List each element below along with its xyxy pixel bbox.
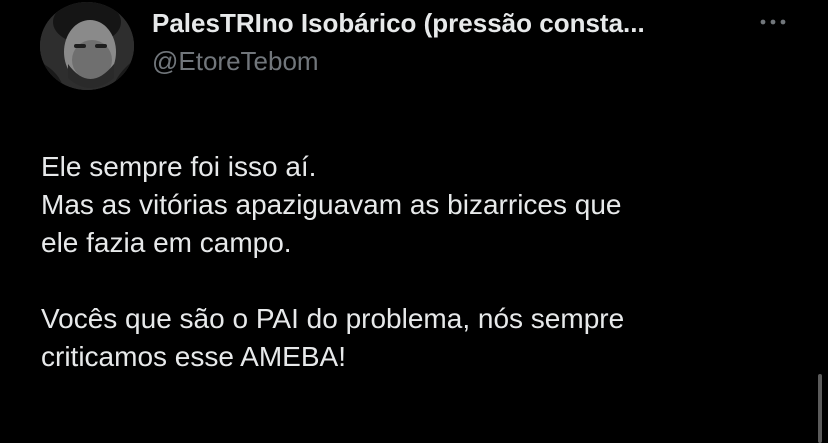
tweet-line: Ele sempre foi isso aí. <box>41 151 317 182</box>
user-avatar-image <box>40 2 134 90</box>
tweet-text: Ele sempre foi isso aí. Mas as vitórias … <box>41 148 811 376</box>
avatar[interactable] <box>40 2 134 90</box>
display-name[interactable]: PalesTRIno Isobárico (pressão consta... <box>152 6 742 40</box>
scrollbar[interactable] <box>818 374 822 443</box>
tweet-line: ele fazia em campo. <box>41 227 292 258</box>
tweet-line: Vocês que são o PAI do problema, nós sem… <box>41 303 625 334</box>
more-horizontal-icon[interactable] <box>758 12 788 32</box>
tweet-line: criticamos esse AMEBA! <box>41 341 346 372</box>
tweet-line: Mas as vitórias apaziguavam as bizarrice… <box>41 189 622 220</box>
user-handle[interactable]: @EtoreTebom <box>152 44 319 78</box>
tweet: PalesTRIno Isobárico (pressão consta... … <box>0 0 828 443</box>
